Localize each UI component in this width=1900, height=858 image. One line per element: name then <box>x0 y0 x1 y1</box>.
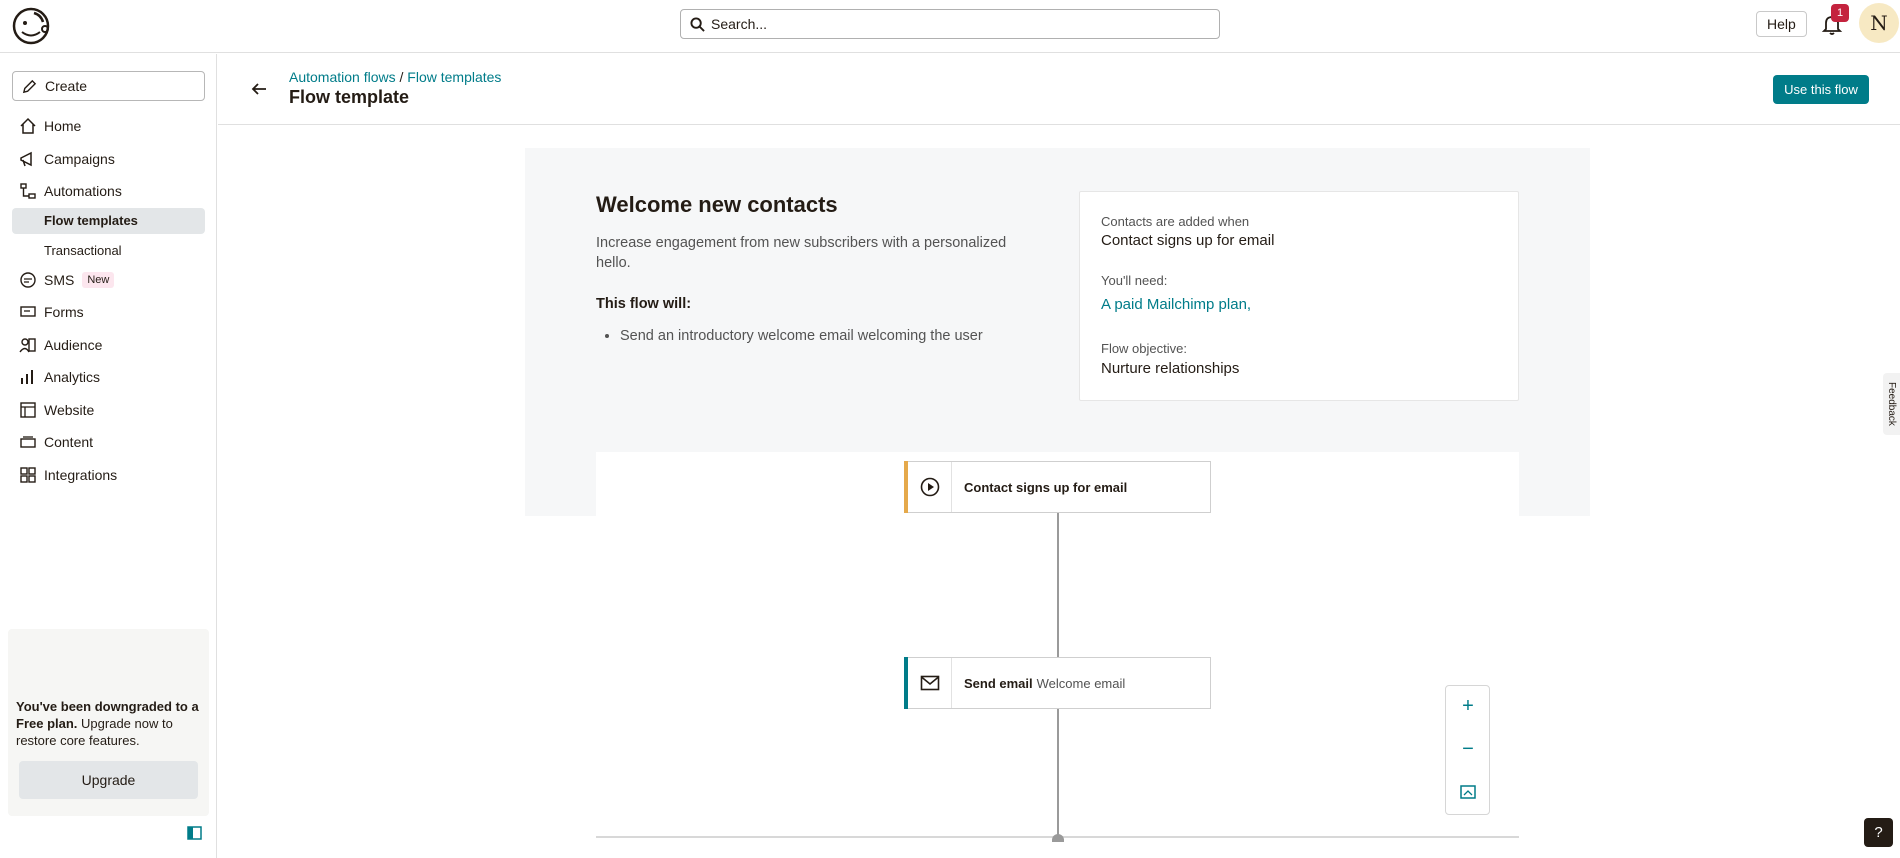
trigger-label: Contact signs up for email <box>964 479 1128 495</box>
page-header <box>218 54 1900 125</box>
play-circle-icon <box>908 462 952 512</box>
avatar[interactable]: N <box>1859 3 1899 43</box>
top-bar: Search... Help 1 N <box>0 0 1900 53</box>
sidebar-item-integrations[interactable]: Integrations <box>0 459 217 492</box>
sidebar-item-website[interactable]: Website <box>0 394 217 427</box>
audience-icon <box>19 336 37 354</box>
flow-will-heading: This flow will: <box>596 296 692 312</box>
sidebar-item-automations[interactable]: Automations <box>0 175 217 208</box>
sidebar-item-analytics[interactable]: Analytics <box>0 361 217 394</box>
breadcrumb: Automation flows / Flow templates <box>289 69 501 85</box>
trigger-stripe <box>904 461 908 513</box>
flow-title: Welcome new contacts <box>596 192 838 217</box>
sidebar-item-label: Audience <box>44 336 103 353</box>
upgrade-button[interactable]: Upgrade <box>19 761 198 799</box>
automations-icon <box>19 182 37 200</box>
forms-icon <box>19 303 37 321</box>
create-button[interactable]: Create <box>12 71 205 101</box>
use-this-flow-button[interactable]: Use this flow <box>1773 75 1869 104</box>
sidebar-item-campaigns[interactable]: Campaigns <box>0 143 217 176</box>
paid-plan-suffix: , <box>1246 296 1252 313</box>
flow-will-list: Send an introductory welcome email welco… <box>620 328 983 344</box>
sidebar-item-forms[interactable]: Forms <box>0 296 217 329</box>
flow-objective-label: Flow objective: <box>1101 341 1187 356</box>
sidebar-nav: Home Campaigns Automations Flow template… <box>0 110 217 491</box>
contacts-added-label: Contacts are added when <box>1101 214 1250 229</box>
sidebar-item-label: Integrations <box>44 466 118 483</box>
zoom-in-button[interactable]: + <box>1460 696 1476 716</box>
sidebar-item-label: Automations <box>44 183 122 200</box>
connector-line <box>1057 708 1059 836</box>
breadcrumb-separator: / <box>395 69 408 85</box>
you-need-label: You'll need: <box>1101 273 1168 288</box>
help-question-button[interactable]: ? <box>1864 818 1893 847</box>
paid-plan-link[interactable]: A paid Mailchimp plan <box>1101 296 1247 313</box>
sidebar-item-label: Home <box>44 118 82 135</box>
sidebar-item-content[interactable]: Content <box>0 426 217 459</box>
feedback-tab[interactable]: Feedback <box>1883 373 1900 435</box>
fit-to-screen-icon[interactable] <box>1460 784 1476 800</box>
flow-objective-value: Nurture relationships <box>1101 360 1240 377</box>
sms-icon <box>19 271 37 289</box>
trigger-node[interactable]: Contact signs up for email <box>904 461 1211 513</box>
analytics-icon <box>19 368 37 386</box>
mailchimp-logo-icon[interactable] <box>10 5 52 47</box>
paid-plan-link-row: A paid Mailchimp plan, <box>1101 296 1251 313</box>
new-badge: New <box>82 271 115 288</box>
notification-badge: 1 <box>1831 4 1849 22</box>
connector-end <box>1052 834 1064 842</box>
search-icon <box>690 16 705 32</box>
search-placeholder: Search... <box>711 16 768 32</box>
action-sublabel: Welcome email <box>1036 675 1126 691</box>
integrations-icon <box>19 466 37 484</box>
sidebar-item-sms[interactable]: SMS New <box>0 264 217 297</box>
sidebar-subitem-transactional[interactable]: Transactional <box>12 238 205 264</box>
action-label: Send email <box>964 675 1033 691</box>
megaphone-icon <box>19 150 37 168</box>
sidebar-item-home[interactable]: Home <box>0 110 217 143</box>
website-icon <box>19 401 37 419</box>
breadcrumb-flow-templates[interactable]: Flow templates <box>407 69 501 85</box>
help-button[interactable]: Help <box>1756 11 1807 37</box>
sidebar-item-audience[interactable]: Audience <box>0 329 217 362</box>
downgrade-message: You've been downgraded to a Free plan. U… <box>16 698 206 749</box>
page-title: Flow template <box>289 87 410 107</box>
sidebar-item-label: Content <box>44 434 94 451</box>
sidebar-item-label: Analytics <box>44 369 101 386</box>
back-arrow-icon[interactable] <box>250 80 268 98</box>
list-item: Send an introductory welcome email welco… <box>620 328 983 344</box>
create-label: Create <box>45 78 88 94</box>
sidebar-collapse-icon[interactable] <box>187 826 202 840</box>
zoom-out-button[interactable]: − <box>1460 739 1476 759</box>
content-icon <box>19 433 37 451</box>
flow-description: Increase engagement from new subscribers… <box>596 235 1007 271</box>
contacts-added-value: Contact signs up for email <box>1101 232 1275 249</box>
sidebar-item-label: Forms <box>44 304 84 321</box>
sidebar-subitem-flow-templates[interactable]: Flow templates <box>12 207 205 234</box>
action-stripe <box>904 657 908 709</box>
connector-line <box>1057 512 1059 658</box>
sidebar-item-label: SMS <box>44 271 75 288</box>
breadcrumb-automation-flows[interactable]: Automation flows <box>289 69 396 85</box>
send-email-node[interactable]: Send email Welcome email <box>904 657 1211 709</box>
sidebar-item-label: Campaigns <box>44 150 115 167</box>
sidebar-item-label: Website <box>44 401 95 418</box>
pencil-icon <box>22 79 37 93</box>
envelope-icon <box>908 658 952 708</box>
search-input[interactable]: Search... <box>680 9 1220 39</box>
home-icon <box>19 117 37 135</box>
